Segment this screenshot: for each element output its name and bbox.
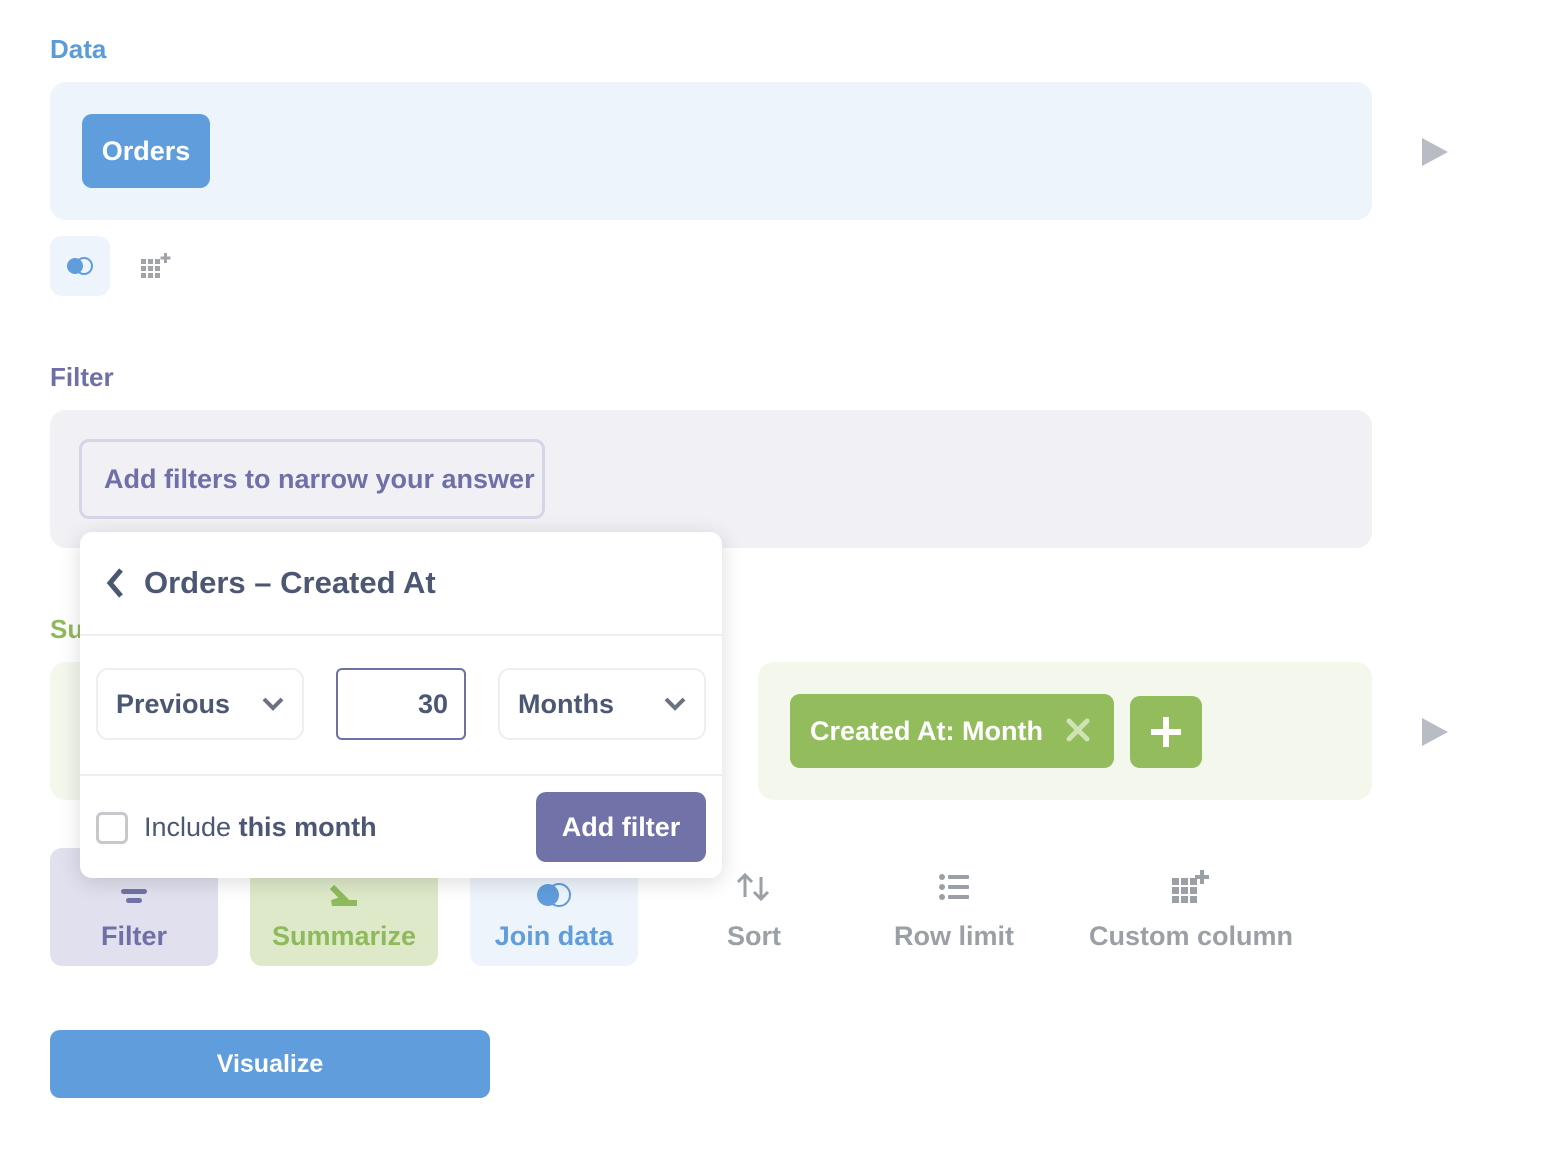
- popover-header: Orders – Created At: [80, 532, 722, 636]
- chevron-down-icon: [664, 697, 686, 711]
- data-step-panel: Orders: [50, 82, 1372, 220]
- play-icon[interactable]: [1422, 718, 1448, 746]
- include-current-checkbox[interactable]: [96, 812, 128, 844]
- popover-title: Orders – Created At: [144, 565, 436, 600]
- period-select-value: Previous: [116, 688, 231, 719]
- period-select[interactable]: Previous: [96, 668, 304, 740]
- groupby-pill[interactable]: Created At: Month: [790, 694, 1114, 768]
- filter-section-label: Filter: [50, 362, 114, 392]
- custom-column-button[interactable]: [126, 236, 186, 296]
- grid-plus-icon: [141, 253, 171, 278]
- grid-plus-icon: [1172, 870, 1209, 903]
- popover-footer: Include this month Add filter: [80, 776, 722, 876]
- action-row-limit-button[interactable]: Row limit: [880, 848, 1028, 966]
- join-data-button[interactable]: [50, 236, 110, 296]
- action-label: Join data: [494, 921, 614, 951]
- close-icon[interactable]: [1064, 716, 1092, 744]
- groupby-label: Created At: Month: [810, 715, 1043, 746]
- summarize-section-label: Su: [50, 614, 84, 644]
- list-icon: [939, 874, 969, 900]
- visualize-button[interactable]: Visualize: [50, 1030, 490, 1098]
- include-current-label[interactable]: Include this month: [144, 812, 377, 843]
- add-filter-button[interactable]: Add filter: [536, 792, 706, 862]
- action-custom-column-button[interactable]: Custom column: [1080, 848, 1302, 966]
- unit-select-value: Months: [518, 688, 614, 719]
- summarize-groupby-panel: Created At: Month: [758, 662, 1372, 800]
- action-label: Custom column: [1088, 921, 1293, 951]
- amount-input[interactable]: [336, 668, 466, 740]
- plus-icon: [1151, 717, 1181, 747]
- filter-step-panel: Add filters to narrow your answer: [50, 410, 1372, 548]
- back-button[interactable]: [100, 565, 130, 601]
- include-label-prefix: Include: [144, 812, 239, 842]
- date-filter-popover: Orders – Created At Previous Months Incl…: [80, 532, 722, 878]
- action-label: Row limit: [894, 921, 1014, 951]
- unit-select[interactable]: Months: [498, 668, 706, 740]
- add-filter-input[interactable]: Add filters to narrow your answer: [79, 439, 545, 519]
- add-groupby-button[interactable]: [1130, 696, 1202, 768]
- source-table-pill[interactable]: Orders: [82, 114, 210, 188]
- chevron-down-icon: [262, 697, 284, 711]
- action-label: Summarize: [271, 921, 417, 951]
- join-venn-icon: [67, 257, 93, 275]
- include-label-bold: this month: [238, 812, 377, 842]
- chevron-left-icon: [106, 568, 123, 598]
- data-section-label: Data: [50, 34, 107, 64]
- action-label: Sort: [727, 921, 781, 951]
- play-icon[interactable]: [1422, 138, 1448, 166]
- popover-body: Previous Months: [80, 636, 722, 776]
- sort-arrows-icon: [736, 872, 770, 902]
- action-label: Filter: [100, 921, 167, 951]
